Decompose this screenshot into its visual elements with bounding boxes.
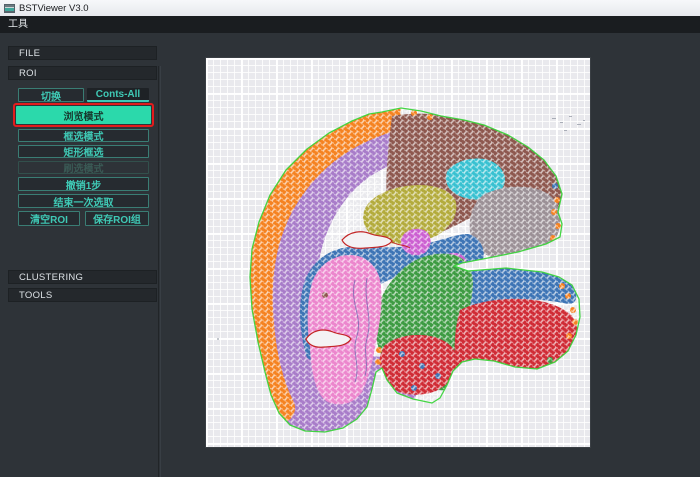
clear-roi-button[interactable]: 清空ROI bbox=[18, 211, 80, 226]
section-header-clustering[interactable]: CLUSTERING bbox=[8, 270, 157, 284]
app-grid-icon bbox=[4, 4, 15, 13]
rect-select-button[interactable]: 矩形框选 bbox=[18, 145, 149, 158]
sidebar-divider-highlight bbox=[160, 66, 161, 477]
toggle-button[interactable]: 切换 bbox=[18, 88, 84, 102]
sidebar-divider bbox=[158, 66, 159, 477]
conts-all-button[interactable]: Conts-All bbox=[87, 88, 149, 102]
box-select-mode-button[interactable]: 框选模式 bbox=[18, 129, 149, 142]
browse-mode-button[interactable]: 浏览模式 bbox=[16, 106, 151, 124]
menu-item-tools[interactable]: 工具 bbox=[0, 16, 36, 33]
section-header-roi[interactable]: ROI bbox=[8, 66, 157, 80]
brush-select-button: 刷选模式 bbox=[18, 161, 149, 174]
save-roi-group-button[interactable]: 保存ROI组 bbox=[85, 211, 149, 226]
bstviewer-window: BSTViewer V3.0 工具 FILE ROI 切换 Conts-All … bbox=[0, 0, 700, 477]
tissue-map-canvas[interactable] bbox=[206, 58, 590, 447]
tissue-map bbox=[206, 58, 590, 447]
window-title: BSTViewer V3.0 bbox=[19, 3, 89, 14]
menu-bar: 工具 bbox=[0, 16, 700, 33]
section-header-file[interactable]: FILE bbox=[8, 46, 157, 60]
section-header-tools[interactable]: TOOLS bbox=[8, 288, 157, 302]
title-bar[interactable]: BSTViewer V3.0 bbox=[0, 0, 700, 17]
end-selection-button[interactable]: 结束一次选取 bbox=[18, 194, 149, 208]
undo-step-button[interactable]: 撤销1步 bbox=[18, 177, 149, 191]
hexbin-texture bbox=[206, 58, 590, 447]
